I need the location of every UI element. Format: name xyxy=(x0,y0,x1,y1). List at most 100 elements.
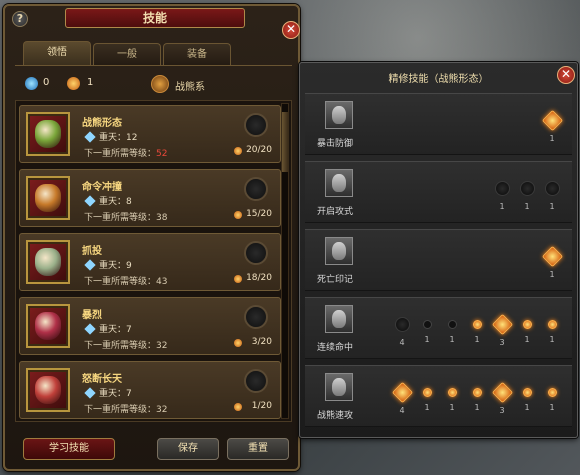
lit-node-icon xyxy=(522,320,532,329)
refine-node[interactable]: 4 xyxy=(391,381,414,415)
refine-node[interactable]: 1 xyxy=(545,181,560,211)
unlit-node-icon xyxy=(422,320,432,329)
node-level: 1 xyxy=(524,335,530,344)
refine-row[interactable]: 战熊速攻 4 1 1 1 3 1 1 xyxy=(305,365,572,427)
tab-general[interactable]: 一般 xyxy=(93,43,161,65)
node-level: 1 xyxy=(499,202,505,211)
lit-node-icon xyxy=(491,313,514,336)
node-level: 1 xyxy=(424,403,430,412)
skill-tier: 重天：9 xyxy=(99,261,132,271)
skill-points-icon xyxy=(234,403,242,411)
save-button[interactable]: 保存 xyxy=(157,438,219,460)
skill-slot-button[interactable] xyxy=(244,113,268,137)
skill-list-scrollbar[interactable] xyxy=(281,103,289,419)
skill-tabs: 领悟 一般 装备 xyxy=(23,41,231,65)
node-level: 1 xyxy=(449,403,455,412)
skill-points: 1/20 xyxy=(251,401,272,411)
refine-skill-name: 战熊速攻 xyxy=(317,411,354,421)
tab-divider xyxy=(15,65,292,66)
learn-skill-button[interactable]: 学习技能 xyxy=(23,438,115,460)
skill-next-requirement: 下一重所需等级：32 xyxy=(84,405,168,415)
node-level: 4 xyxy=(399,338,405,347)
refine-node[interactable]: 1 xyxy=(545,320,559,344)
skill-portrait-icon xyxy=(26,368,70,412)
node-level: 1 xyxy=(549,134,555,143)
skill-points: 3/20 xyxy=(251,337,272,347)
refine-node[interactable]: 1 xyxy=(541,245,564,279)
skill-card[interactable]: 抓投 重天：9 下一重所需等级：43 18/20 xyxy=(19,233,281,291)
lit-node-icon xyxy=(472,320,482,329)
lit-node-icon xyxy=(547,320,557,329)
refine-node[interactable]: 1 xyxy=(541,109,564,143)
node-level: 1 xyxy=(549,202,555,211)
refine-skill-icon xyxy=(325,305,353,333)
refine-node[interactable]: 1 xyxy=(495,181,510,211)
skills-panel-title: 技能 xyxy=(65,8,245,28)
tab-comprehend[interactable]: 领悟 xyxy=(23,41,91,65)
node-level: 1 xyxy=(424,335,430,344)
refine-node[interactable]: 3 xyxy=(491,381,514,415)
refine-node[interactable]: 1 xyxy=(445,320,459,344)
node-level: 4 xyxy=(399,406,405,415)
skill-slot-button[interactable] xyxy=(244,305,268,329)
refine-skill-name: 开启攻式 xyxy=(317,207,354,217)
node-level: 1 xyxy=(549,403,555,412)
skill-slot-button[interactable] xyxy=(244,177,268,201)
close-icon[interactable]: ✕ xyxy=(282,21,300,39)
skill-portrait-icon xyxy=(26,304,70,348)
refine-skill-icon xyxy=(325,101,353,129)
unlit-node-icon xyxy=(495,181,510,196)
node-level: 1 xyxy=(524,403,530,412)
node-level: 1 xyxy=(449,335,455,344)
scrollbar-thumb[interactable] xyxy=(282,112,288,172)
skill-name: 抓投 xyxy=(82,246,102,257)
refine-row[interactable]: 连续命中 4 1 1 1 3 1 1 xyxy=(305,297,572,359)
refine-node[interactable]: 1 xyxy=(520,320,534,344)
help-icon[interactable]: ? xyxy=(12,11,28,27)
skill-points-icon xyxy=(234,147,242,155)
lit-node-icon xyxy=(472,388,482,397)
lit-node-icon xyxy=(491,381,514,404)
mask-icon xyxy=(332,174,346,192)
skill-card[interactable]: 战熊形态 重天：12 下一重所需等级：52 20/20 xyxy=(19,105,281,163)
skill-points-icon xyxy=(234,339,242,347)
reset-button[interactable]: 重置 xyxy=(227,438,289,460)
skill-card[interactable]: 暴烈 重天：7 下一重所需等级：32 3/20 xyxy=(19,297,281,355)
refine-node[interactable]: 1 xyxy=(520,181,535,211)
close-icon[interactable]: ✕ xyxy=(557,66,575,84)
refine-row[interactable]: 死亡印记 1 xyxy=(305,229,572,291)
refine-node[interactable]: 1 xyxy=(520,388,534,412)
resource-row: 0 1 战熊系 xyxy=(19,75,289,93)
skill-slot-button[interactable] xyxy=(244,369,268,393)
tier-gem-icon xyxy=(84,195,96,207)
skill-slot-button[interactable] xyxy=(244,241,268,265)
skill-card[interactable]: 怒断长天 重天：7 下一重所需等级：32 1/20 xyxy=(19,361,281,419)
refine-node[interactable]: 3 xyxy=(491,313,514,347)
skill-card[interactable]: 命令冲撞 重天：8 下一重所需等级：38 15/20 xyxy=(19,169,281,227)
skill-points-icon xyxy=(234,211,242,219)
refine-node[interactable]: 1 xyxy=(470,388,484,412)
refine-node[interactable]: 1 xyxy=(445,388,459,412)
tab-equipment[interactable]: 装备 xyxy=(163,43,231,65)
lit-node-icon xyxy=(522,388,532,397)
skill-list: 战熊形态 重天：12 下一重所需等级：52 20/20 命令冲撞 重天：8 下一… xyxy=(15,100,292,422)
refine-node[interactable]: 1 xyxy=(470,320,484,344)
refine-row[interactable]: 暴击防御 1 xyxy=(305,93,572,155)
refine-node[interactable]: 1 xyxy=(420,320,434,344)
mask-icon xyxy=(332,310,346,328)
lit-node-icon xyxy=(541,109,564,132)
skill-name: 战熊形态 xyxy=(82,118,122,129)
skill-tier: 重天：12 xyxy=(99,133,138,143)
node-level: 3 xyxy=(499,338,505,347)
refine-row[interactable]: 开启攻式 1 1 1 xyxy=(305,161,572,223)
skill-next-requirement: 下一重所需等级：52 xyxy=(84,149,168,159)
skill-tier: 重天：7 xyxy=(99,325,132,335)
refine-node[interactable]: 1 xyxy=(545,388,559,412)
skill-next-requirement: 下一重所需等级：32 xyxy=(84,341,168,351)
refine-node[interactable]: 4 xyxy=(395,317,410,347)
refine-skill-name: 暴击防御 xyxy=(317,139,354,149)
node-level: 3 xyxy=(499,406,505,415)
refine-node[interactable]: 1 xyxy=(420,388,434,412)
skill-portrait-icon xyxy=(26,112,70,156)
skill-next-requirement: 下一重所需等级：38 xyxy=(84,213,168,223)
